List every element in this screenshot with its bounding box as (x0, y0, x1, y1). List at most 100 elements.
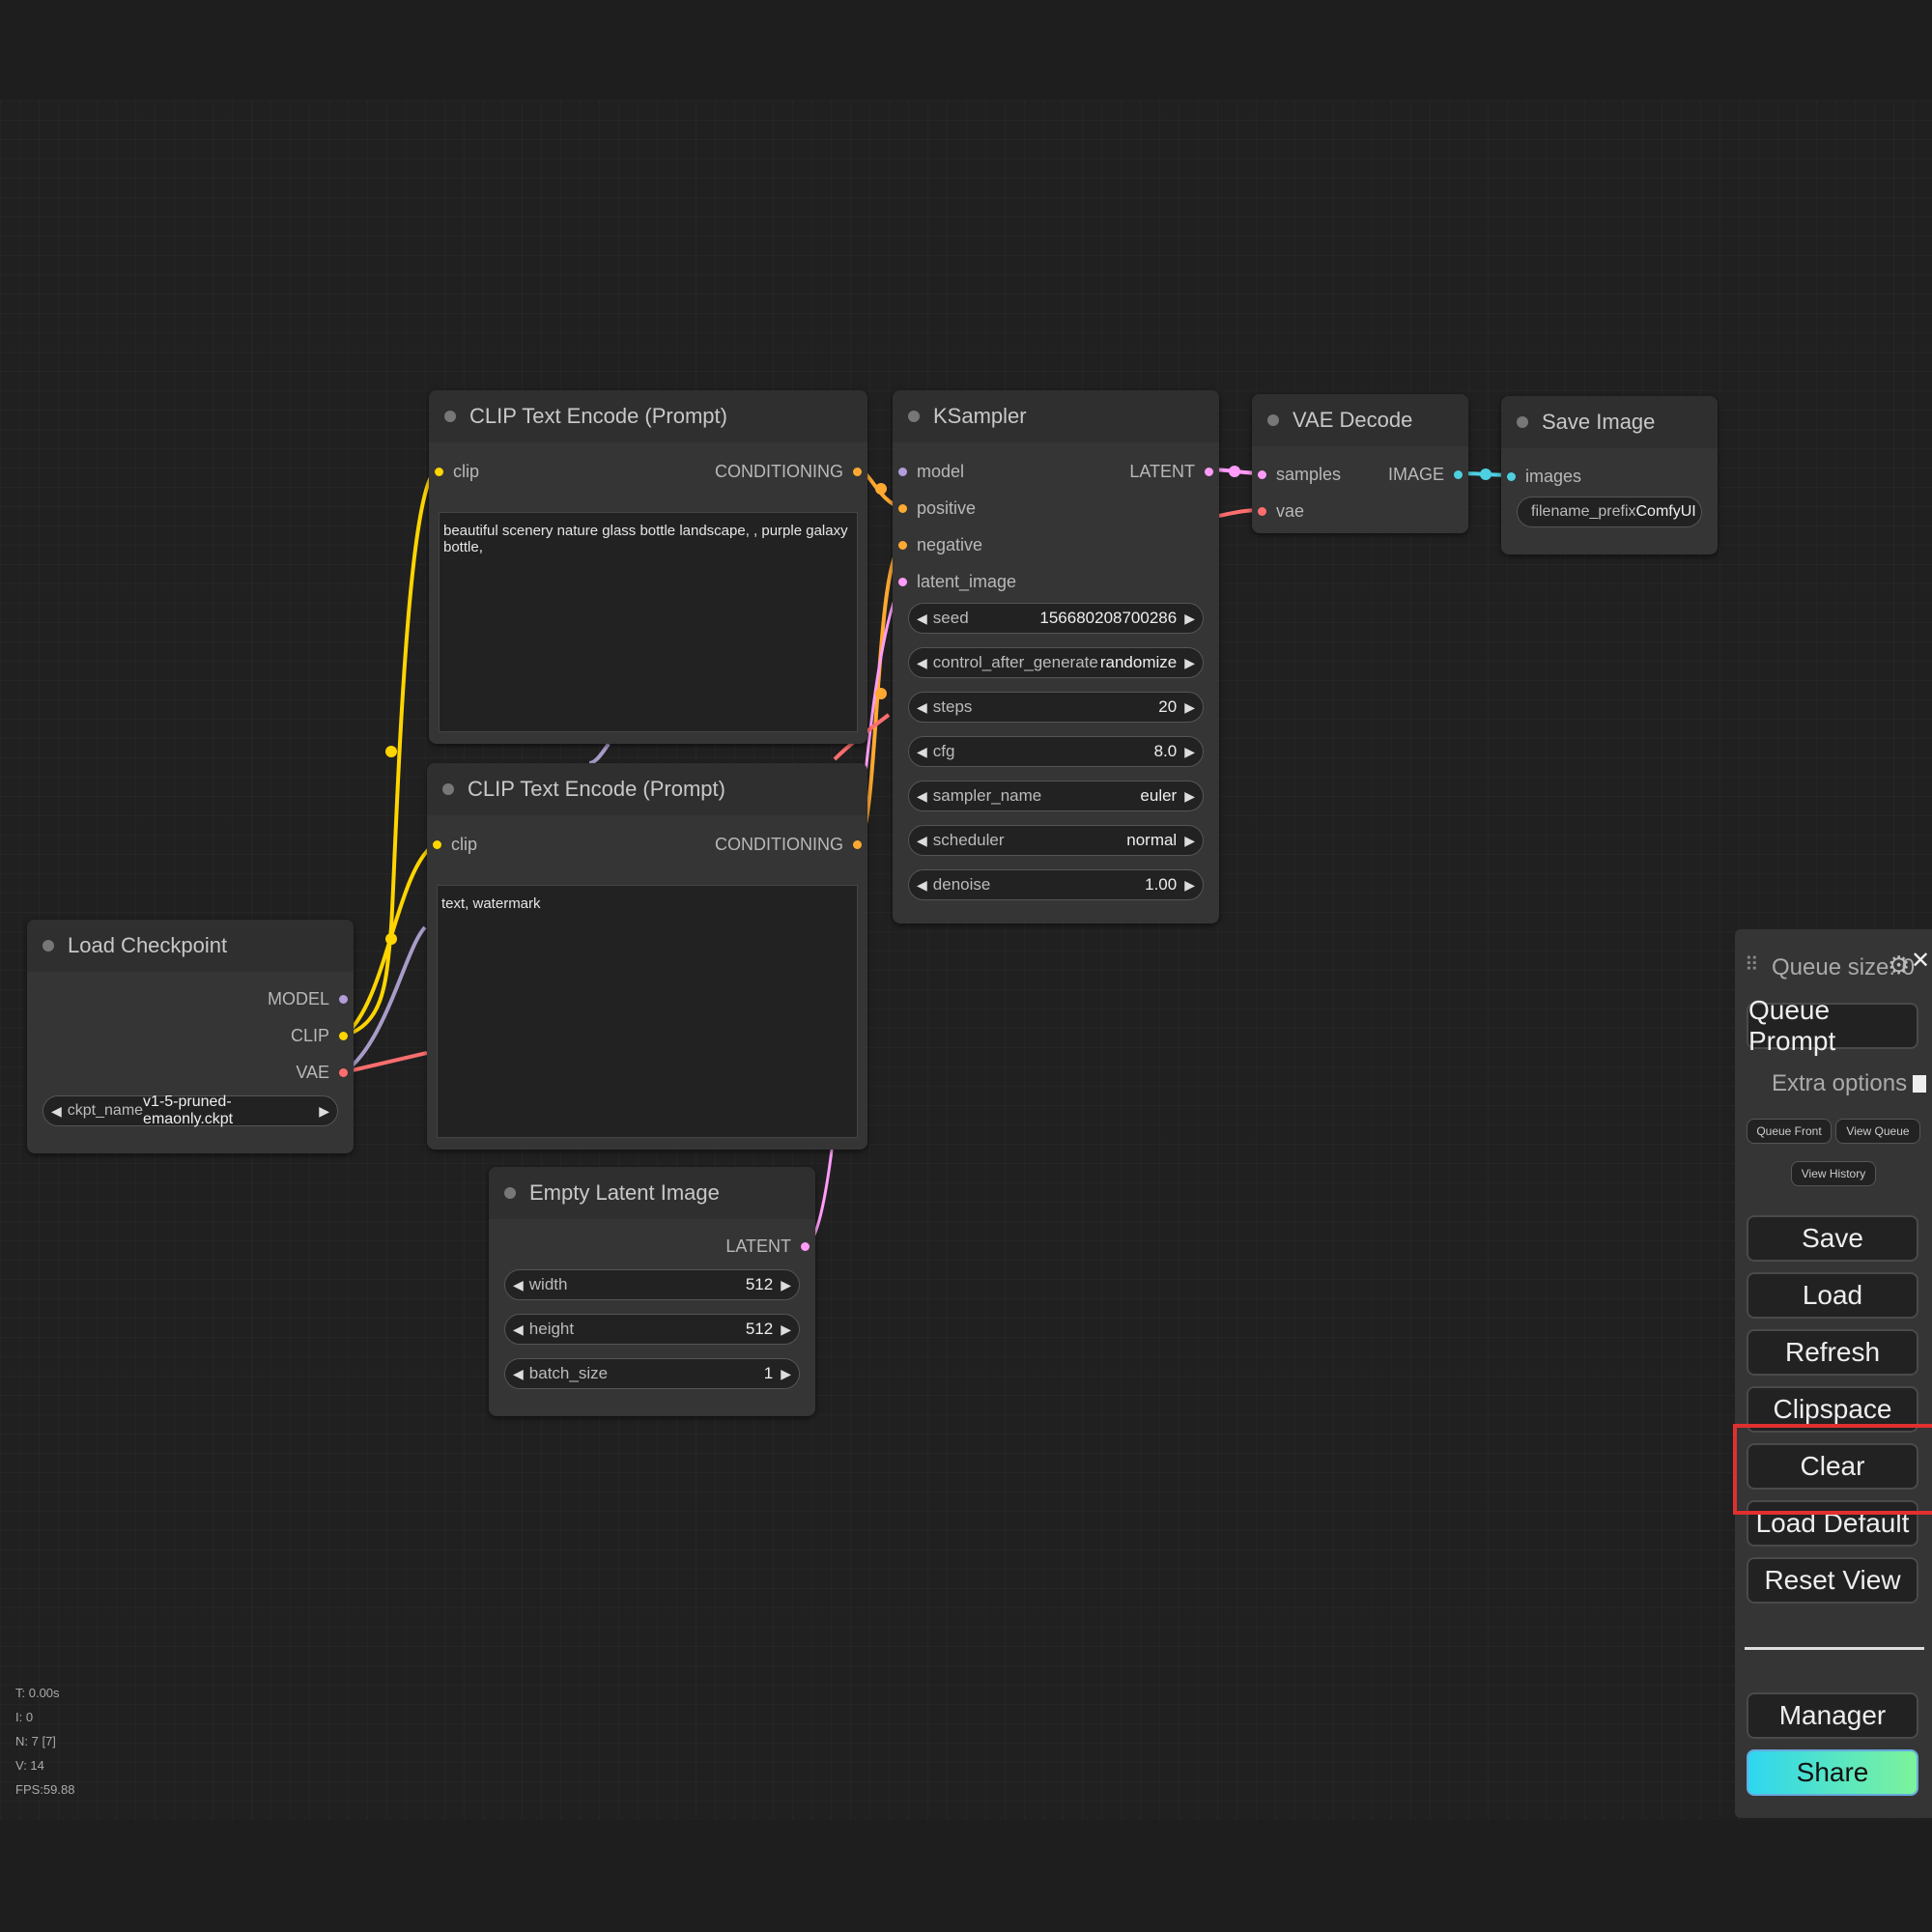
batch-size-widget[interactable]: ◀ batch_size 1 ▶ (504, 1358, 800, 1389)
sampler-name-widget[interactable]: ◀ sampler_name euler ▶ (908, 781, 1204, 811)
increment-arrow-icon[interactable]: ▶ (1184, 611, 1195, 627)
save-button[interactable]: Save (1747, 1215, 1918, 1262)
input-model[interactable]: model (898, 462, 964, 482)
refresh-button[interactable]: Refresh (1747, 1329, 1918, 1376)
output-vae[interactable]: VAE (296, 1063, 348, 1083)
manager-button[interactable]: Manager (1747, 1692, 1918, 1739)
scheduler-widget[interactable]: ◀ scheduler normal ▶ (908, 825, 1204, 856)
filename-prefix-widget[interactable]: filename_prefix ComfyUI (1517, 497, 1702, 527)
node-header[interactable]: Save Image (1501, 396, 1718, 448)
increment-arrow-icon[interactable]: ▶ (1184, 699, 1195, 716)
queue-front-button[interactable]: Queue Front (1747, 1119, 1832, 1144)
queue-prompt-button[interactable]: Queue Prompt (1747, 995, 1918, 1056)
vae-decode-node[interactable]: VAE Decode samples vae IMAGE (1252, 394, 1468, 533)
port-label: clip (451, 835, 478, 854)
decrement-arrow-icon[interactable]: ◀ (917, 788, 927, 805)
extra-options-toggle[interactable]: Extra options (1772, 1070, 1927, 1097)
increment-arrow-icon[interactable]: ▶ (1184, 655, 1195, 671)
collapse-dot-icon[interactable] (1517, 416, 1528, 428)
view-queue-button[interactable]: View Queue (1835, 1119, 1920, 1144)
decrement-arrow-icon[interactable]: ◀ (917, 611, 927, 627)
collapse-dot-icon[interactable] (442, 783, 454, 795)
increment-arrow-icon[interactable]: ▶ (781, 1366, 791, 1382)
stat-visible: V: 14 (15, 1758, 44, 1773)
close-icon[interactable]: ✕ (1911, 947, 1930, 975)
node-header[interactable]: Load Checkpoint (27, 920, 354, 972)
seed-widget[interactable]: ◀ seed 156680208700286 ▶ (908, 603, 1204, 634)
port-label: vae (1276, 501, 1305, 521)
clip-text-encode-negative-node[interactable]: CLIP Text Encode (Prompt) clip CONDITION… (427, 763, 867, 1150)
decrement-arrow-icon[interactable]: ◀ (917, 833, 927, 849)
drag-handle-icon[interactable]: ⠿ (1745, 952, 1759, 977)
input-samples[interactable]: samples (1258, 465, 1341, 485)
output-conditioning[interactable]: CONDITIONING (715, 462, 862, 482)
node-title: CLIP Text Encode (Prompt) (469, 404, 727, 428)
extra-options-checkbox[interactable] (1913, 1075, 1927, 1093)
input-latent-image[interactable]: latent_image (898, 572, 1016, 592)
port-label: MODEL (267, 989, 329, 1009)
node-header[interactable]: KSampler (893, 390, 1219, 442)
collapse-dot-icon[interactable] (908, 411, 920, 422)
prompt-textarea[interactable]: beautiful scenery nature glass bottle la… (439, 512, 858, 732)
reset-view-button[interactable]: Reset View (1747, 1557, 1918, 1604)
output-clip[interactable]: CLIP (291, 1026, 348, 1046)
load-default-button[interactable]: Load Default (1747, 1500, 1918, 1547)
increment-arrow-icon[interactable]: ▶ (319, 1103, 329, 1120)
input-positive[interactable]: positive (898, 498, 976, 519)
increment-arrow-icon[interactable]: ▶ (781, 1321, 791, 1338)
node-header[interactable]: CLIP Text Encode (Prompt) (429, 390, 867, 442)
increment-arrow-icon[interactable]: ▶ (1184, 788, 1195, 805)
load-checkpoint-node[interactable]: Load Checkpoint MODEL CLIP VAE ◀ ckpt_nam… (27, 920, 354, 1153)
clear-button[interactable]: Clear (1747, 1443, 1918, 1490)
decrement-arrow-icon[interactable]: ◀ (513, 1321, 524, 1338)
collapse-dot-icon[interactable] (43, 940, 54, 952)
decrement-arrow-icon[interactable]: ◀ (513, 1277, 524, 1293)
widget-name: denoise (932, 875, 991, 894)
input-negative[interactable]: negative (898, 535, 982, 555)
input-vae[interactable]: vae (1258, 501, 1304, 522)
widget-name: width (528, 1275, 568, 1293)
input-images[interactable]: images (1507, 467, 1581, 487)
collapse-dot-icon[interactable] (1267, 414, 1279, 426)
output-conditioning[interactable]: CONDITIONING (715, 835, 862, 855)
clip-text-encode-positive-node[interactable]: CLIP Text Encode (Prompt) clip CONDITION… (429, 390, 867, 744)
view-history-button[interactable]: View History (1791, 1161, 1876, 1186)
increment-arrow-icon[interactable]: ▶ (1184, 833, 1195, 849)
decrement-arrow-icon[interactable]: ◀ (917, 744, 927, 760)
steps-widget[interactable]: ◀ steps 20 ▶ (908, 692, 1204, 723)
ckpt-name-widget[interactable]: ◀ ckpt_name v1-5-pruned-emaonly.ckpt ▶ (43, 1094, 338, 1127)
height-widget[interactable]: ◀ height 512 ▶ (504, 1314, 800, 1345)
gear-icon[interactable]: ⚙ (1888, 951, 1910, 980)
share-button[interactable]: Share (1747, 1749, 1918, 1796)
output-model[interactable]: MODEL (268, 989, 348, 1009)
input-clip[interactable]: clip (433, 835, 477, 855)
output-latent[interactable]: LATENT (725, 1236, 810, 1257)
empty-latent-image-node[interactable]: Empty Latent Image LATENT ◀ width 512 ▶ ◀ he… (489, 1167, 815, 1416)
prompt-textarea[interactable]: text, watermark (437, 885, 858, 1138)
control-after-generate-widget[interactable]: ◀ control_after_generate randomize ▶ (908, 647, 1204, 678)
ksampler-node[interactable]: KSampler model positive negative latent_… (893, 390, 1219, 923)
decrement-arrow-icon[interactable]: ◀ (917, 655, 927, 671)
output-latent[interactable]: LATENT (1129, 462, 1213, 482)
cfg-widget[interactable]: ◀ cfg 8.0 ▶ (908, 736, 1204, 767)
output-image[interactable]: IMAGE (1388, 465, 1463, 485)
collapse-dot-icon[interactable] (444, 411, 456, 422)
load-button[interactable]: Load (1747, 1272, 1918, 1319)
node-header[interactable]: Empty Latent Image (489, 1167, 815, 1219)
node-header[interactable]: VAE Decode (1252, 394, 1468, 446)
increment-arrow-icon[interactable]: ▶ (1184, 744, 1195, 760)
collapse-dot-icon[interactable] (504, 1187, 516, 1199)
increment-arrow-icon[interactable]: ▶ (781, 1277, 791, 1293)
denoise-widget[interactable]: ◀ denoise 1.00 ▶ (908, 869, 1204, 900)
decrement-arrow-icon[interactable]: ◀ (917, 699, 927, 716)
input-clip[interactable]: clip (435, 462, 479, 482)
decrement-arrow-icon[interactable]: ◀ (513, 1366, 524, 1382)
node-header[interactable]: CLIP Text Encode (Prompt) (427, 763, 867, 815)
decrement-arrow-icon[interactable]: ◀ (917, 877, 927, 894)
increment-arrow-icon[interactable]: ▶ (1184, 877, 1195, 894)
decrement-arrow-icon[interactable]: ◀ (51, 1103, 62, 1120)
clipspace-button[interactable]: Clipspace (1747, 1386, 1918, 1433)
width-widget[interactable]: ◀ width 512 ▶ (504, 1269, 800, 1300)
save-image-node[interactable]: Save Image images filename_prefix ComfyUI (1501, 396, 1718, 554)
widget-value: randomize (1099, 653, 1178, 671)
